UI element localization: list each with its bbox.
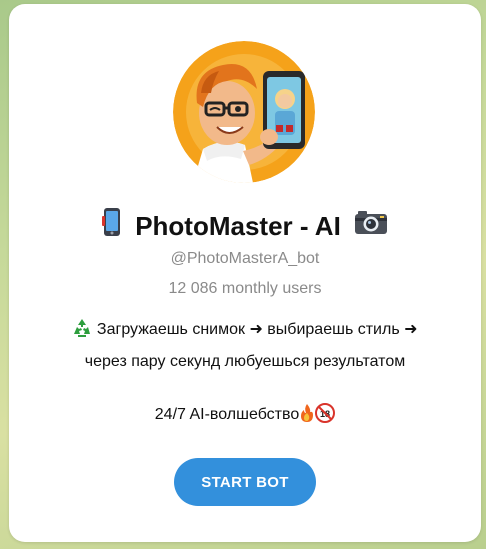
no-under-18-icon: 18: [315, 403, 336, 431]
avatar: [173, 41, 315, 183]
camera-icon: [354, 209, 388, 243]
description-line-1-text: Загружаешь снимок ➜ выбираешь стиль ➜: [96, 321, 418, 338]
description-line-1: Загружаешь снимок ➜ выбираешь стиль ➜: [29, 316, 461, 348]
monthly-users-count: 12 086 monthly users: [168, 280, 322, 297]
mobile-phone-icon: [101, 207, 122, 245]
bot-description: Загружаешь снимок ➜ выбираешь стиль ➜ че…: [29, 316, 461, 376]
recycle-icon: [72, 318, 92, 348]
bot-profile-card: PhotoMaster - AI @PhotoMasterA_bot 12 08…: [9, 4, 481, 542]
description-line-2: через пару секунд любуешься результатом: [84, 353, 406, 370]
bot-username: @PhotoMasterA_bot: [170, 250, 320, 267]
cartoon-avatar-icon: [173, 41, 315, 183]
tagline-text: 24/7 AI-волшебство: [154, 406, 300, 423]
bot-tagline: 24/7 AI-волшебство 18: [9, 403, 481, 431]
start-bot-button[interactable]: START BOT: [174, 458, 316, 506]
fire-icon: [299, 403, 315, 431]
bot-title: PhotoMaster - AI: [9, 207, 481, 245]
bot-title-text: PhotoMaster - AI: [135, 211, 341, 242]
